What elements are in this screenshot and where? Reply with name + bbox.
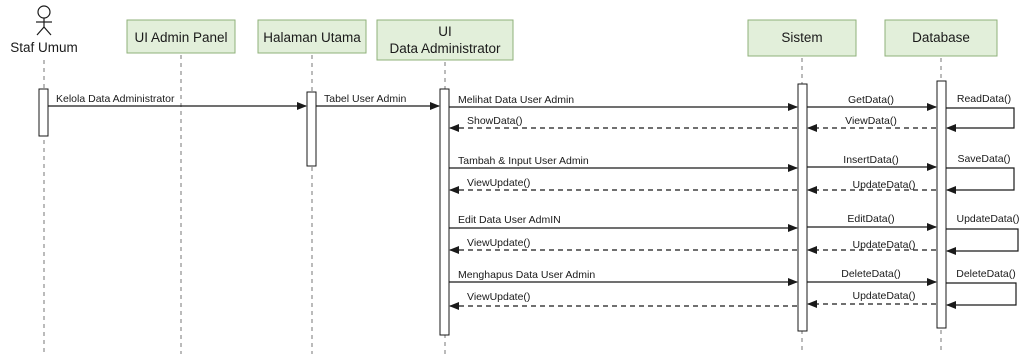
activation-bar-staf-umum [38, 88, 49, 137]
participant-label: UI Admin Panel [134, 30, 227, 45]
message-label: Tambah & Input User Admin [458, 155, 589, 167]
activation-bar-database [936, 80, 947, 329]
message-label: EditData() [847, 213, 894, 225]
actor-label: Staf Umum [10, 40, 78, 55]
participant-sistem: Sistem [747, 19, 857, 57]
self-call-arrow [946, 107, 1015, 132]
participant-ui-data-administrator: UI Data Administrator [376, 19, 514, 61]
message-label: Kelola Data Administrator [56, 93, 175, 105]
activation-bar-halaman-utama [306, 91, 317, 167]
message-label: Menghapus Data User Admin [458, 269, 595, 281]
message-label: UpdateData() [852, 239, 915, 251]
participant-label: Halaman Utama [263, 30, 361, 45]
actor-staf-umum: Staf Umum [10, 5, 78, 55]
participant-ui-admin-panel: UI Admin Panel [126, 19, 236, 54]
message-label: ViewData() [845, 115, 897, 127]
self-call-arrow [946, 167, 1015, 194]
sequence-diagram: Staf Umum UI Admin Panel Halaman Utama U… [10, 5, 1020, 354]
message-label: SaveData() [957, 153, 1010, 165]
activation-bar-sistem [797, 83, 808, 332]
message-label: ViewUpdate() [467, 177, 530, 189]
stick-figure-actor-icon [36, 5, 52, 36]
messages: Kelola Data Administrator Tabel User Adm… [48, 93, 1020, 310]
message-label: DeleteData() [956, 268, 1016, 280]
participant-label: Database [912, 30, 970, 45]
activation-bar-ui-data-administrator [439, 88, 450, 336]
message-label: Tabel User Admin [324, 93, 406, 105]
message-label: ShowData() [467, 115, 522, 127]
message-label: ViewUpdate() [467, 237, 530, 249]
participant-halaman-utama: Halaman Utama [257, 19, 367, 54]
participant-label-line1: UI [438, 24, 452, 39]
message-label: UpdateData() [852, 290, 915, 302]
participant-database: Database [884, 19, 998, 57]
participant-label-line2: Data Administrator [389, 41, 501, 56]
message-label: DeleteData() [841, 268, 901, 280]
message-label: ReadData() [957, 93, 1011, 105]
message-label: InsertData() [843, 154, 898, 166]
participant-label: Sistem [781, 30, 822, 45]
message-label: UpdateData() [852, 179, 915, 191]
message-label: GetData() [848, 94, 894, 106]
message-label: ViewUpdate() [467, 291, 530, 303]
message-label: UpdateData() [956, 213, 1019, 225]
message-label: Melihat Data User Admin [458, 94, 574, 106]
self-call-arrow [946, 228, 1019, 255]
message-label: Edit Data User AdmIN [458, 214, 561, 226]
self-call-arrow [946, 282, 1017, 309]
